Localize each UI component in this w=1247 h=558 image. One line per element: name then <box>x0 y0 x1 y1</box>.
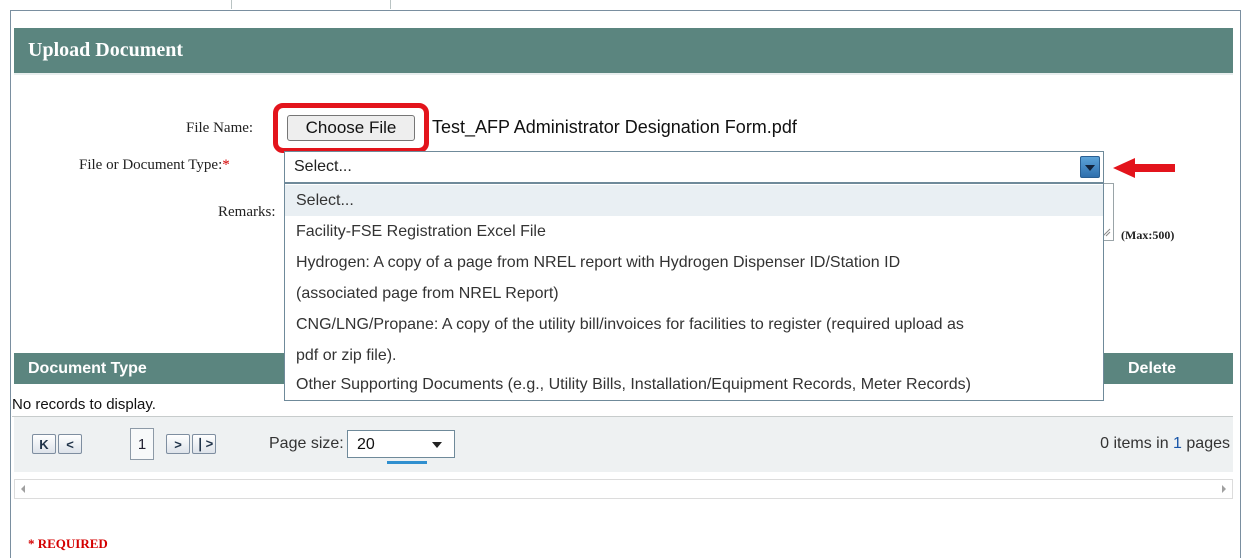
grid-pager: K < 1 > ❘> Page size: 20 0 items in 1 pa… <box>14 417 1233 472</box>
red-arrow-icon <box>1113 158 1175 178</box>
divider <box>390 0 391 9</box>
chevron-down-icon <box>432 442 442 448</box>
panel-header: Upload Document <box>14 28 1233 75</box>
dropdown-option-other-supporting[interactable]: Other Supporting Documents (e.g., Utilit… <box>285 369 1103 400</box>
no-records-text: No records to display. <box>12 396 156 413</box>
dropdown-option-hydrogen[interactable]: Hydrogen: A copy of a page from NREL rep… <box>285 247 1103 278</box>
scroll-left-icon[interactable] <box>21 485 25 493</box>
doc-type-dropdown-list: Select... Facility-FSE Registration Exce… <box>284 183 1104 401</box>
panel-title: Upload Document <box>28 39 184 61</box>
choose-file-button[interactable]: Choose File <box>287 115 415 141</box>
dropdown-option-hydrogen-cont[interactable]: (associated page from NREL Report) <box>285 278 1103 309</box>
scroll-right-icon[interactable] <box>1222 485 1226 493</box>
prev-page-icon: < <box>66 436 74 452</box>
first-page-button[interactable]: K <box>32 434 56 454</box>
dropdown-option-cng-lng-cont[interactable]: pdf or zip file). <box>285 340 1103 371</box>
next-page-icon: > <box>174 436 182 452</box>
doc-type-select[interactable]: Select... <box>284 151 1104 183</box>
next-page-button[interactable]: > <box>166 434 190 454</box>
choose-file-highlight: Choose File <box>273 103 429 153</box>
chevron-down-icon[interactable] <box>1080 156 1100 178</box>
current-page-number[interactable]: 1 <box>130 428 154 460</box>
items-text-end: pages <box>1181 435 1230 452</box>
file-name-label: File Name: <box>186 120 254 136</box>
doc-type-selected-value: Select... <box>294 158 352 175</box>
dropdown-option-facility-fse[interactable]: Facility-FSE Registration Excel File <box>285 216 1103 247</box>
last-page-button[interactable]: ❘> <box>192 434 216 454</box>
doc-type-label: File or Document Type:* <box>79 157 230 174</box>
column-delete: Delete <box>1128 360 1177 377</box>
pages-count: 1 <box>1173 435 1182 452</box>
dropdown-option-select[interactable]: Select... <box>285 185 1103 216</box>
last-page-icon: ❘> <box>194 436 214 451</box>
page-size-value: 20 <box>357 436 375 453</box>
required-note: * REQUIRED <box>28 536 108 551</box>
items-count: 0 <box>1100 435 1110 452</box>
remarks-max-note: (Max:500) <box>1121 228 1175 242</box>
divider <box>231 0 232 9</box>
remarks-label: Remarks: <box>218 204 276 220</box>
prev-page-button[interactable]: < <box>58 434 82 454</box>
page-size-label: Page size: <box>269 435 344 452</box>
page-size-underline <box>387 461 427 464</box>
items-text-mid: items in <box>1109 435 1174 452</box>
page-size-select[interactable]: 20 <box>347 430 455 458</box>
first-page-icon: K <box>39 436 49 452</box>
dropdown-option-cng-lng[interactable]: CNG/LNG/Propane: A copy of the utility b… <box>285 309 1103 340</box>
top-edge <box>0 0 1247 10</box>
chosen-file-name: Test_AFP Administrator Designation Form.… <box>432 117 797 137</box>
column-document-type[interactable]: Document Type <box>28 360 147 378</box>
required-star: * <box>222 157 230 173</box>
pager-info: 0 items in 1 pages <box>1100 435 1230 453</box>
doc-type-label-text: File or Document Type: <box>79 157 223 173</box>
horizontal-scrollbar[interactable] <box>14 479 1233 499</box>
